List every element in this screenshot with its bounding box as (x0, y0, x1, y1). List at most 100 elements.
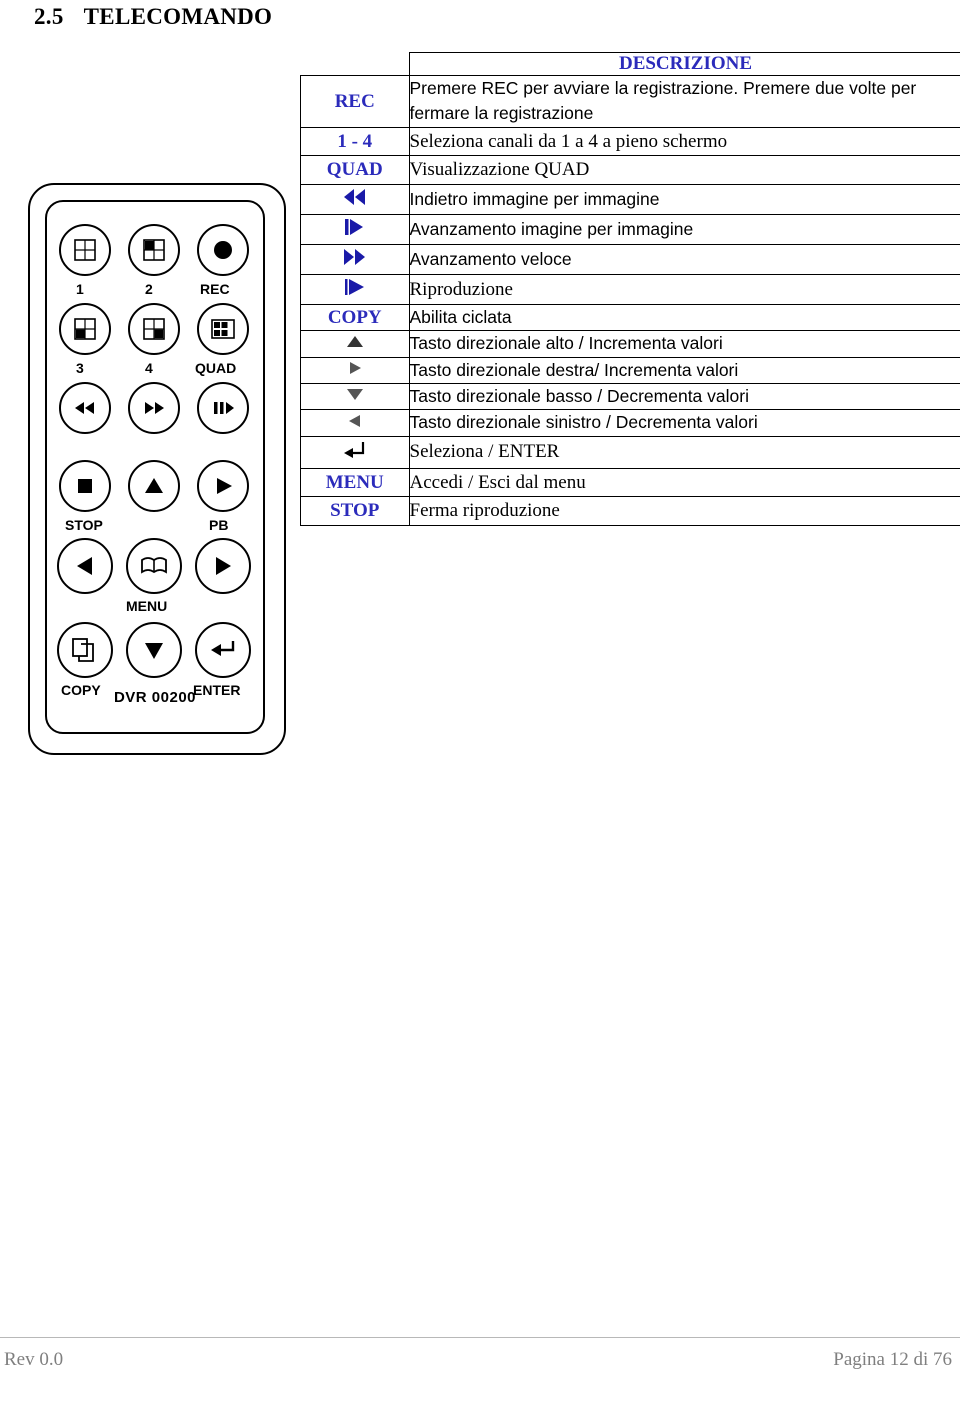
triangle-left-icon (342, 411, 368, 431)
row-desc-channels: Seleziona canali da 1 a 4 a pieno scherm… (408, 126, 960, 157)
table-row: Tasto direzionale alto / Incrementa valo… (300, 330, 960, 358)
remote-button-left (57, 538, 113, 594)
remote-button-rec (197, 224, 249, 276)
triangle-up-icon (342, 331, 368, 351)
remote-button-menu (126, 538, 182, 594)
row-key-rec: REC (300, 75, 410, 128)
page-title-number: 2.5 (34, 4, 64, 29)
pause-play-icon (214, 402, 234, 414)
table-row: Avanzamento veloce (300, 243, 960, 275)
table-row: Seleziona / ENTER (300, 435, 960, 469)
remote-label-pb: PB (209, 517, 229, 533)
triangle-left-icon (77, 557, 92, 575)
remote-button-pause (197, 382, 249, 434)
remote-button-up (128, 460, 180, 512)
remote-button-forward (128, 382, 180, 434)
row-desc-fast-forward: Avanzamento veloce (408, 243, 960, 275)
remote-label-stop: STOP (65, 517, 103, 533)
row-key-quad: QUAD (300, 155, 410, 185)
row-desc-right: Tasto direzionale destra/ Incrementa val… (408, 356, 960, 384)
remote-button-copy (57, 622, 113, 678)
enter-arrow-icon (338, 437, 372, 463)
footer-page-number: Pagina 12 di 76 (833, 1349, 952, 1370)
quad-grid-icon (143, 239, 165, 261)
table-row: 1 - 4 Seleziona canali da 1 a 4 a pieno … (300, 126, 960, 157)
table-row: Tasto direzionale destra/ Incrementa val… (300, 356, 960, 384)
remote-label-rec: REC (200, 281, 230, 297)
row-desc-forward-step: Avanzamento imagine per immagine (408, 213, 960, 245)
header-key-blank (300, 52, 410, 76)
remote-button-stop (59, 460, 111, 512)
remote-button-1 (59, 224, 111, 276)
remote-keys-table: DESCRIZIONE REC Premere REC per avviare … (300, 52, 960, 526)
remote-label-copy: COPY (61, 682, 101, 698)
remote-control-figure: 1 2 REC 3 4 QUAD STOP PB MENU COPY ENTER… (28, 183, 286, 755)
row-key-down (300, 382, 410, 411)
table-row: Tasto direzionale basso / Decrementa val… (300, 382, 960, 411)
play-icon (338, 275, 372, 299)
enter-arrow-icon (211, 641, 235, 656)
fast-forward-icon (338, 245, 372, 269)
table-row: STOP Ferma riproduzione (300, 496, 960, 526)
row-desc-left: Tasto direzionale sinistro / Decrementa … (408, 409, 960, 437)
remote-inner-panel: 1 2 REC 3 4 QUAD STOP PB MENU COPY ENTER… (45, 200, 265, 734)
footer-revision: Rev 0.0 (4, 1349, 64, 1370)
page-title: 2.5 TELECOMANDO (34, 4, 272, 30)
remote-label-4: 4 (145, 360, 153, 376)
table-row: Avanzamento imagine per immagine (300, 213, 960, 245)
table-row: Indietro immagine per immagine (300, 183, 960, 215)
remote-button-pb (197, 460, 249, 512)
row-desc-enter: Seleziona / ENTER (408, 435, 960, 469)
row-desc-up: Tasto direzionale alto / Incrementa valo… (408, 330, 960, 358)
row-key-right (300, 356, 410, 384)
remote-button-2 (128, 224, 180, 276)
row-key-forward-step (300, 213, 410, 245)
rewind-step-icon (338, 185, 372, 209)
quad-grid-icon (74, 239, 96, 261)
row-desc-copy: Abilita ciclata (408, 303, 960, 332)
remote-button-rewind (59, 382, 111, 434)
row-key-copy: COPY (300, 303, 410, 332)
triangle-right-icon (216, 557, 231, 575)
record-dot-icon (214, 241, 232, 259)
row-key-rewind-step (300, 183, 410, 215)
rewind-icon (75, 402, 94, 414)
stop-square-icon (78, 479, 92, 493)
remote-button-down (126, 622, 182, 678)
row-desc-rewind-step: Indietro immagine per immagine (408, 183, 960, 215)
triangle-up-icon (145, 478, 163, 493)
copy-icon (72, 638, 94, 662)
remote-button-4 (128, 303, 180, 355)
multi-grid-icon (211, 319, 235, 339)
row-key-channels: 1 - 4 (300, 126, 410, 157)
remote-button-enter (195, 622, 251, 678)
triangle-right-icon (342, 358, 368, 378)
table-row: REC Premere REC per avviare la registraz… (300, 75, 960, 128)
row-key-stop: STOP (300, 496, 410, 526)
page-title-text: TELECOMANDO (83, 4, 273, 29)
table-row: MENU Accedi / Esci dal menu (300, 467, 960, 498)
row-desc-play: Riproduzione (408, 273, 960, 305)
remote-button-right (195, 538, 251, 594)
remote-label-2: 2 (145, 281, 153, 297)
row-desc-down: Tasto direzionale basso / Decrementa val… (408, 382, 960, 411)
remote-label-1: 1 (76, 281, 84, 297)
row-desc-menu: Accedi / Esci dal menu (408, 467, 960, 498)
row-key-menu: MENU (300, 467, 410, 498)
quad-grid-icon (74, 318, 96, 340)
row-desc-stop: Ferma riproduzione (408, 496, 960, 526)
quad-grid-icon (143, 318, 165, 340)
fast-forward-icon (145, 402, 164, 414)
remote-label-quad: QUAD (195, 360, 237, 376)
footer-divider (0, 1337, 960, 1338)
triangle-down-icon (342, 384, 368, 404)
row-desc-rec: Premere REC per avviare la registrazione… (408, 75, 960, 128)
remote-label-menu: MENU (126, 598, 168, 614)
row-key-left (300, 409, 410, 437)
header-description: DESCRIZIONE (408, 52, 960, 76)
remote-model-label: DVR 00200 (113, 689, 197, 706)
remote-button-3 (59, 303, 111, 355)
row-key-up (300, 330, 410, 358)
row-key-enter (300, 435, 410, 469)
row-key-fast-forward (300, 243, 410, 275)
